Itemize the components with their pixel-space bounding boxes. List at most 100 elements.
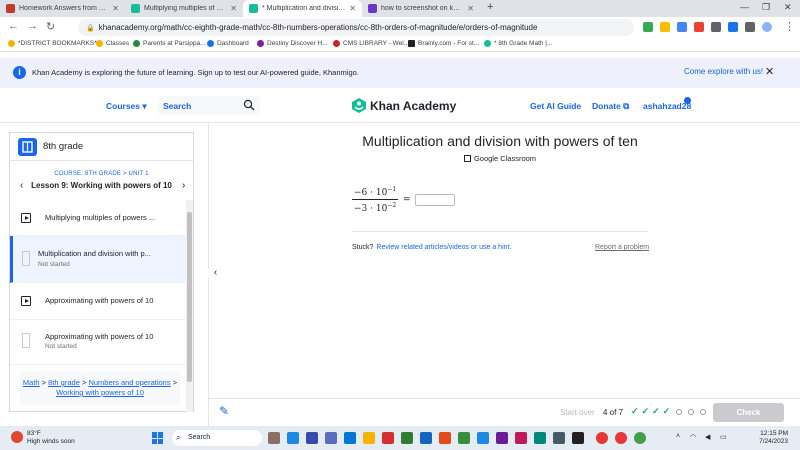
taskbar-app-icon[interactable] [268,432,280,444]
chrome-icon[interactable] [634,432,646,444]
taskbar-app-icon[interactable] [553,432,565,444]
denominator-exponent: −2 [387,202,397,209]
reload-icon[interactable]: ↻ [46,20,55,33]
taskbar-app-icon[interactable] [515,432,527,444]
list-item[interactable]: Approximating with powers of 10 Not star… [10,320,186,365]
battery-icon[interactable]: ▭ [720,433,727,441]
khan-academy-logo[interactable]: Khan Academy [352,98,456,113]
answer-input[interactable] [415,194,456,206]
windows-start-icon[interactable] [152,432,164,444]
taskbar-app-icon[interactable] [458,432,470,444]
list-item-status: Not started [38,261,70,268]
extension-icon[interactable] [728,22,738,32]
weather-widget[interactable]: 83°F High winds soon [11,430,75,446]
taskbar-app-icon[interactable] [287,432,299,444]
bookmark[interactable]: Classes [96,40,129,47]
bookmark[interactable]: Destiny Discover H... [257,40,328,47]
check-button[interactable]: Check [713,403,784,422]
taskbar-app-icon[interactable] [420,432,432,444]
taskbar-app-icon[interactable] [306,432,318,444]
bookmark-label: Classes [106,40,130,47]
stuck-label: Stuck? [352,244,374,251]
extension-icon[interactable] [677,22,687,32]
taskbar-app-icon[interactable] [477,432,489,444]
breadcrumb-unit-link[interactable]: Numbers and operations [88,378,170,387]
extension-icon[interactable] [660,22,670,32]
hint-link[interactable]: Review related articles/videos or use a … [376,244,511,251]
edge-icon[interactable] [344,432,356,444]
sidebar-scrollbar[interactable] [186,200,193,412]
next-lesson-button[interactable]: › [182,180,185,191]
menu-icon[interactable]: ⋮ [784,20,795,33]
taskbar-app-icon[interactable] [534,432,546,444]
maximize-icon[interactable]: ❐ [762,2,770,13]
bookmark[interactable]: Brainly.com - For st... [408,40,479,47]
forward-icon[interactable]: → [27,20,38,32]
browser-tab[interactable]: how to screenshot on keyboard... ✕ [362,0,480,17]
bookmark[interactable]: Dashboard [207,40,249,47]
get-ai-guide-link[interactable]: Get AI Guide [530,101,581,111]
search-input[interactable]: Search [158,96,260,115]
url-field[interactable]: 🔒 khanacademy.org/math/cc-eighth-grade-m… [78,19,634,36]
breadcrumb-math-link[interactable]: Math [23,378,40,387]
tab-favicon-icon [368,4,377,13]
lock-icon[interactable]: 🔒 [86,24,95,32]
extension-icon[interactable] [643,22,653,32]
scratchpad-icon[interactable]: ✎ [219,404,229,418]
tab-title: Homework Answers from Subje... [19,5,108,12]
file-explorer-icon[interactable] [363,432,375,444]
extension-icon[interactable] [711,22,721,32]
close-tab-icon[interactable]: ✕ [112,4,119,13]
puzzle-icon[interactable] [745,22,755,32]
minimize-icon[interactable]: — [740,2,749,12]
sidebar-header[interactable]: 8th grade [10,133,193,161]
chrome-icon[interactable] [596,432,608,444]
courses-menu-button[interactable]: Courses ▾ [106,101,147,112]
taskbar-app-icon[interactable] [382,432,394,444]
breadcrumb-lesson-link[interactable]: Working with powers of 10 [56,388,144,397]
browser-tab-strip: Homework Answers from Subje... ✕ Multipl… [0,0,800,17]
wifi-icon[interactable]: ◠ [690,433,696,441]
scrollbar-thumb[interactable] [187,212,192,382]
extension-icon[interactable] [694,22,704,32]
list-item[interactable]: Approximating with powers of 10 [10,283,186,320]
taskbar-app-icon[interactable] [401,432,413,444]
report-problem-link[interactable]: Report a problem [595,244,649,251]
taskbar-app-icon[interactable] [325,432,337,444]
equals-sign: = [403,195,411,205]
bookmark[interactable]: CMS LIBRARY - Wel... [333,40,409,47]
browser-tab[interactable]: Homework Answers from Subje... ✕ [0,0,125,17]
progress-marks: ✓ ✓ ✓ ✓ [631,406,709,417]
clock[interactable]: 12:15 PM 7/24/2023 [748,430,788,446]
profile-icon[interactable] [762,22,772,32]
taskbar-app-icon[interactable] [496,432,508,444]
close-window-icon[interactable]: ✕ [784,2,792,13]
volume-icon[interactable]: ◀ [705,433,710,441]
course-unit-link[interactable]: COURSE: 8TH GRADE > UNIT 1 [10,171,193,177]
taskbar-app-icon[interactable] [439,432,451,444]
bookmark[interactable]: *DISTRICT BOOKMARKS* [8,40,97,47]
browser-tab-active[interactable]: * Multiplication and division with... ✕ [243,0,362,17]
taskbar-search[interactable]: ⌕ Search [172,430,262,446]
bookmark[interactable]: * 8th Grade Math |... [484,40,552,47]
list-item[interactable]: Multiplying multiples of powers ... [10,200,186,236]
browser-tab[interactable]: Multiplying multiples of pow... ✕ [125,0,243,17]
back-icon[interactable]: ← [8,20,19,32]
tray-chevron-icon[interactable]: ˄ [676,433,680,440]
new-tab-button[interactable]: + [487,1,493,13]
google-classroom-link[interactable]: Google Classroom [300,154,700,163]
chrome-icon[interactable] [615,432,627,444]
collapse-sidebar-button[interactable]: ‹ [207,265,224,282]
taskbar-app-icon[interactable] [572,432,584,444]
banner-cta-link[interactable]: Come explore with us! [684,67,763,76]
start-over-button[interactable]: Start over [560,408,595,417]
breadcrumb-grade-link[interactable]: 8th grade [48,378,80,387]
close-tab-icon[interactable]: ✕ [349,4,356,13]
course-sidebar: 8th grade COURSE: 8TH GRADE > UNIT 1 ‹ L… [9,132,194,412]
bookmark[interactable]: Parents at Parsippa... [133,40,206,47]
banner-close-button[interactable]: ✕ [765,65,774,78]
close-tab-icon[interactable]: ✕ [467,4,474,13]
close-tab-icon[interactable]: ✕ [230,4,237,13]
donate-link[interactable]: Donate ⧉ [592,101,629,112]
list-item-selected[interactable]: Multiplication and division with p... No… [10,236,186,283]
